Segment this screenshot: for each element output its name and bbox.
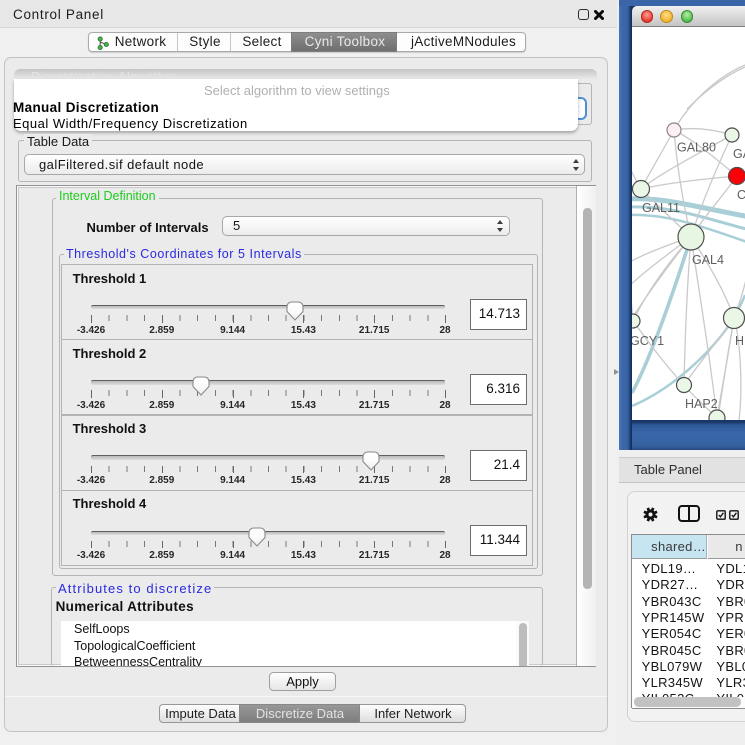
svg-text:GA: GA xyxy=(733,147,745,161)
svg-text:HAP2: HAP2 xyxy=(685,397,718,411)
svg-text:H: H xyxy=(735,334,744,348)
svg-text:GAL4: GAL4 xyxy=(692,253,724,267)
svg-text:GAL80: GAL80 xyxy=(677,141,716,155)
svg-text:C: C xyxy=(737,188,745,202)
svg-text:GCY1: GCY1 xyxy=(632,334,664,348)
svg-text:GAL11: GAL11 xyxy=(642,201,680,215)
